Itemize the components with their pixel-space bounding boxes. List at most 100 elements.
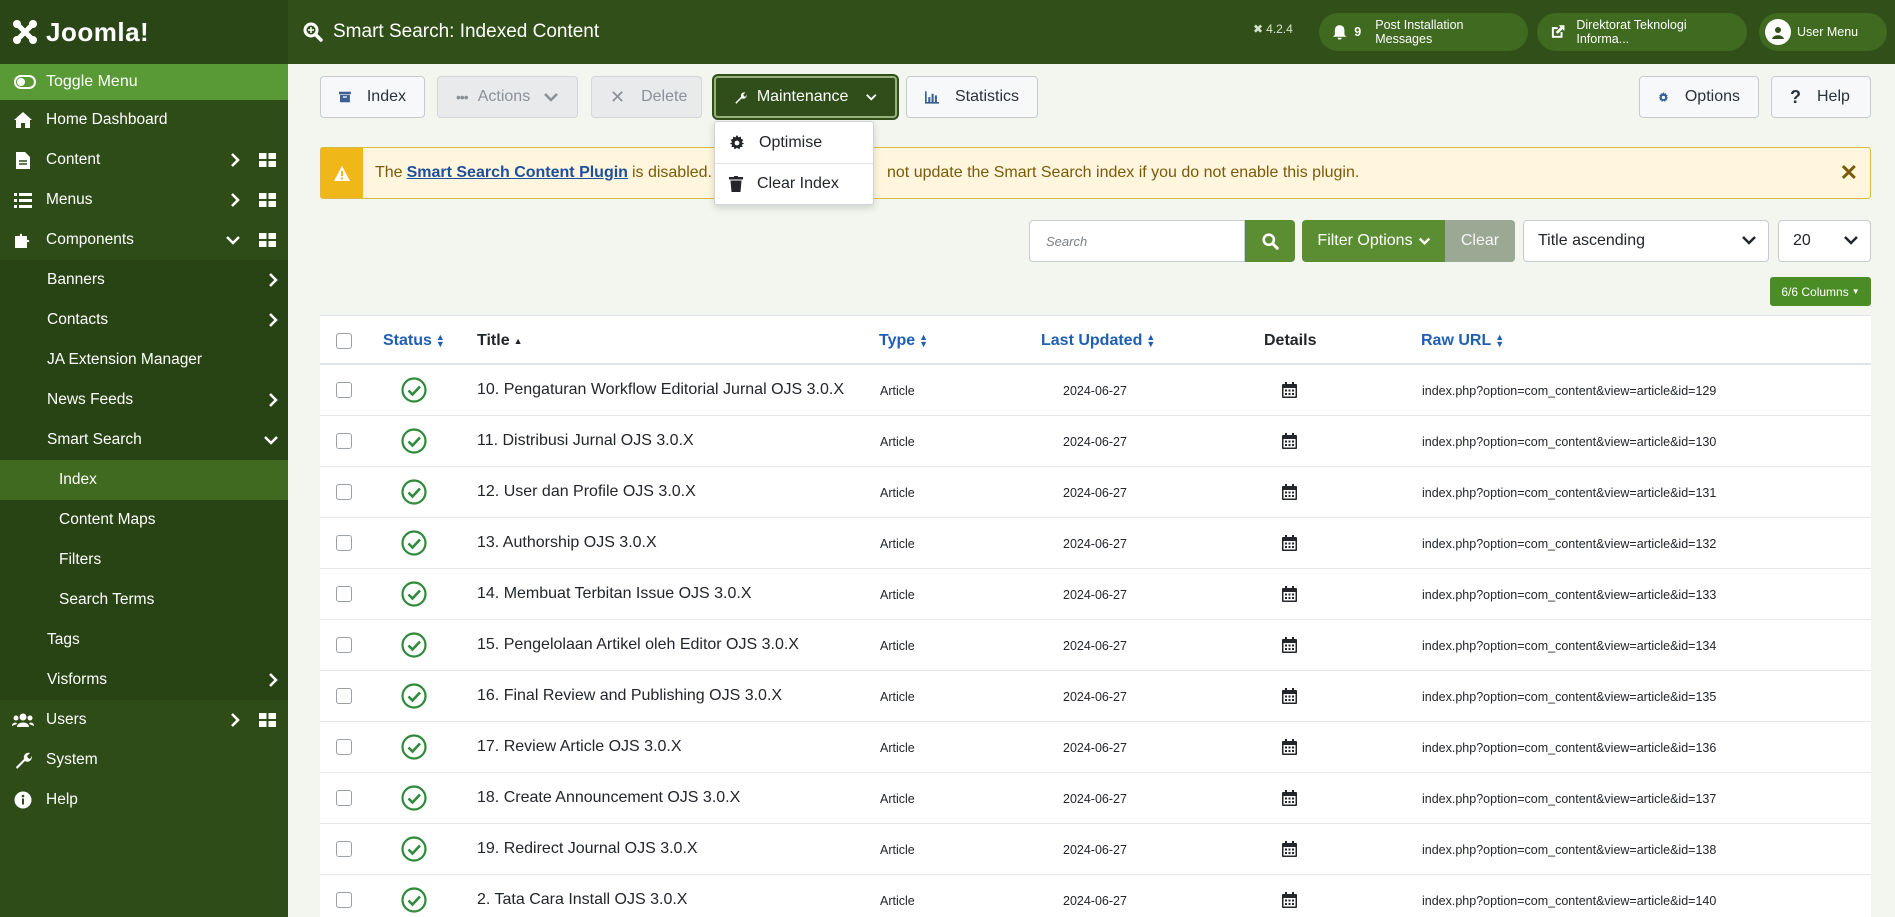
title-column-header[interactable]: Title ▲ bbox=[477, 332, 523, 350]
select-all-checkbox[interactable] bbox=[336, 333, 352, 349]
last-updated-column-header[interactable]: Last Updated ▲ ▼ bbox=[1041, 332, 1155, 350]
sidebar-item-search-terms[interactable]: Search Terms bbox=[0, 580, 288, 620]
options-button[interactable]: Options bbox=[1639, 76, 1759, 118]
chevron-right-icon bbox=[268, 673, 278, 687]
sidebar-item-home-dashboard[interactable]: Home Dashboard bbox=[0, 100, 288, 140]
search-button[interactable] bbox=[1245, 220, 1295, 262]
status-published-icon[interactable] bbox=[401, 632, 427, 658]
status-published-icon[interactable] bbox=[401, 887, 427, 913]
row-checkbox[interactable] bbox=[336, 841, 352, 857]
row-type: Article bbox=[880, 843, 915, 857]
help-button[interactable]: ? Help bbox=[1771, 76, 1871, 118]
warning-alert: The Smart Search Content Plugin is disab… bbox=[320, 147, 1871, 199]
user-menu-button[interactable]: User Menu bbox=[1759, 13, 1887, 51]
sidebar-item-components[interactable]: Components bbox=[0, 220, 288, 260]
joomla-logo[interactable]: Joomla! bbox=[0, 0, 288, 64]
warning-icon bbox=[321, 148, 363, 198]
clear-button[interactable]: Clear bbox=[1445, 220, 1515, 262]
dashboard-grid-icon[interactable] bbox=[259, 233, 276, 247]
calendar-icon[interactable] bbox=[1282, 484, 1297, 500]
sidebar-item-tags[interactable]: Tags bbox=[0, 620, 288, 660]
status-published-icon[interactable] bbox=[401, 530, 427, 556]
columns-toggle-button[interactable]: 6/6 Columns ▼ bbox=[1770, 277, 1871, 306]
sidebar-item-banners[interactable]: Banners bbox=[0, 260, 288, 300]
users-icon bbox=[12, 712, 34, 728]
calendar-icon[interactable] bbox=[1282, 790, 1297, 806]
row-checkbox[interactable] bbox=[336, 433, 352, 449]
row-checkbox[interactable] bbox=[336, 739, 352, 755]
search-input[interactable]: Search bbox=[1029, 220, 1245, 262]
calendar-icon[interactable] bbox=[1282, 382, 1297, 398]
chevron-down-icon bbox=[1844, 236, 1858, 245]
status-published-icon[interactable] bbox=[401, 581, 427, 607]
alert-text-suffix: not update the Smart Search index if you… bbox=[887, 164, 1360, 181]
calendar-icon[interactable] bbox=[1282, 841, 1297, 857]
toggle-menu-button[interactable]: Toggle Menu bbox=[0, 64, 288, 100]
row-checkbox[interactable] bbox=[336, 688, 352, 704]
row-checkbox[interactable] bbox=[336, 586, 352, 602]
chevron-right-icon bbox=[230, 713, 240, 727]
dashboard-grid-icon[interactable] bbox=[259, 153, 276, 167]
post-installation-messages-button[interactable]: 9 Post Installation Messages bbox=[1319, 13, 1528, 51]
status-published-icon[interactable] bbox=[401, 683, 427, 709]
calendar-icon[interactable] bbox=[1282, 586, 1297, 602]
status-published-icon[interactable] bbox=[401, 836, 427, 862]
menu-item-clear-index[interactable]: Clear Index bbox=[715, 163, 873, 204]
sidebar-item-index[interactable]: Index bbox=[0, 460, 288, 500]
status-published-icon[interactable] bbox=[401, 734, 427, 760]
sidebar-item-content-maps[interactable]: Content Maps bbox=[0, 500, 288, 540]
chevron-down-icon bbox=[226, 235, 240, 245]
status-published-icon[interactable] bbox=[401, 785, 427, 811]
smart-search-plugin-link[interactable]: Smart Search Content Plugin bbox=[407, 164, 628, 182]
sidebar-item-contacts[interactable]: Contacts bbox=[0, 300, 288, 340]
site-link-button[interactable]: Direktorat Teknologi Informa... bbox=[1537, 13, 1747, 51]
calendar-icon[interactable] bbox=[1282, 739, 1297, 755]
statistics-button[interactable]: Statistics bbox=[906, 76, 1038, 118]
filter-options-button[interactable]: Filter Options bbox=[1302, 220, 1445, 262]
row-checkbox[interactable] bbox=[336, 484, 352, 500]
calendar-icon[interactable] bbox=[1282, 433, 1297, 449]
toolbar: Index ••• Actions ✕ Delete Maintenance S… bbox=[288, 64, 1895, 130]
raw-url-column-header[interactable]: Raw URL ▲ ▼ bbox=[1421, 332, 1504, 350]
actions-dropdown-button[interactable]: ••• Actions bbox=[437, 76, 578, 118]
row-raw-url: index.php?option=com_content&view=articl… bbox=[1422, 384, 1717, 398]
ordering-select[interactable]: Title ascending bbox=[1523, 220, 1769, 262]
row-checkbox[interactable] bbox=[336, 790, 352, 806]
calendar-icon[interactable] bbox=[1282, 535, 1297, 551]
row-checkbox[interactable] bbox=[336, 637, 352, 653]
calendar-icon[interactable] bbox=[1282, 688, 1297, 704]
maintenance-dropdown-button[interactable]: Maintenance bbox=[714, 76, 897, 118]
dashboard-grid-icon[interactable] bbox=[259, 193, 276, 207]
sidebar-item-content[interactable]: Content bbox=[0, 140, 288, 180]
sidebar-item-filters[interactable]: Filters bbox=[0, 540, 288, 580]
menu-item-optimise[interactable]: Optimise bbox=[715, 122, 873, 163]
sidebar-item-visforms[interactable]: Visforms bbox=[0, 660, 288, 700]
status-published-icon[interactable] bbox=[401, 428, 427, 454]
sidebar-item-smart-search[interactable]: Smart Search bbox=[0, 420, 288, 460]
status-column-header[interactable]: Status ▲ ▼ bbox=[383, 332, 445, 350]
sidebar-item-help[interactable]: Help bbox=[0, 780, 288, 820]
list-limit-select[interactable]: 20 bbox=[1778, 220, 1871, 262]
calendar-icon[interactable] bbox=[1282, 637, 1297, 653]
status-published-icon[interactable] bbox=[401, 377, 427, 403]
sidebar-item-label: Content bbox=[46, 151, 101, 168]
sidebar-item-system[interactable]: System bbox=[0, 740, 288, 780]
sidebar-item-news-feeds[interactable]: News Feeds bbox=[0, 380, 288, 420]
row-raw-url: index.php?option=com_content&view=articl… bbox=[1422, 486, 1717, 500]
index-button[interactable]: Index bbox=[320, 76, 425, 118]
status-published-icon[interactable] bbox=[401, 479, 427, 505]
chevron-down-icon bbox=[1418, 237, 1430, 245]
sidebar-item-label: News Feeds bbox=[47, 391, 134, 408]
delete-button[interactable]: ✕ Delete bbox=[591, 76, 702, 118]
type-column-header[interactable]: Type ▲ ▼ bbox=[879, 332, 928, 350]
sidebar-item-ja-extension-manager[interactable]: JA Extension Manager bbox=[0, 340, 288, 380]
sidebar-item-menus[interactable]: Menus bbox=[0, 180, 288, 220]
calendar-icon[interactable] bbox=[1282, 892, 1297, 908]
dashboard-grid-icon[interactable] bbox=[259, 713, 276, 727]
sidebar-item-users[interactable]: Users bbox=[0, 700, 288, 740]
row-checkbox[interactable] bbox=[336, 535, 352, 551]
row-checkbox[interactable] bbox=[336, 382, 352, 398]
close-icon[interactable]: ✕ bbox=[1840, 160, 1858, 186]
row-checkbox[interactable] bbox=[336, 892, 352, 908]
sidebar-item-label: Components bbox=[46, 231, 134, 248]
